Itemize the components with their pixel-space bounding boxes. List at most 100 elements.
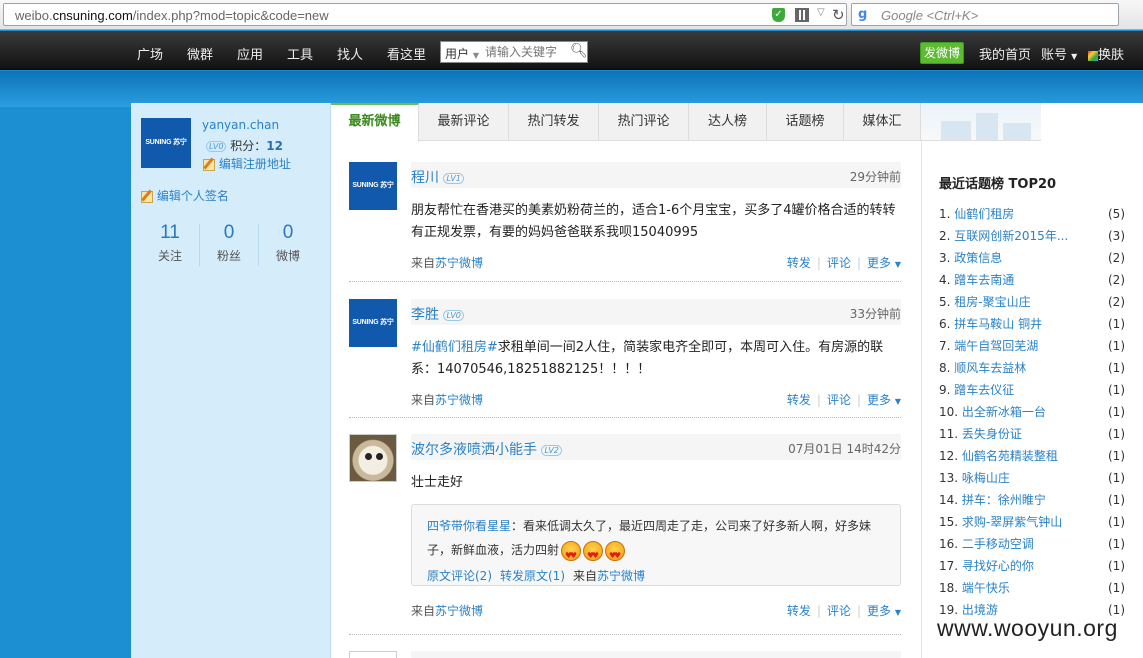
repost-link[interactable]: 转发	[787, 604, 811, 618]
repost-link[interactable]: 转发	[787, 256, 811, 270]
more-menu[interactable]: 更多 ▼	[867, 256, 901, 270]
nav-item-groups[interactable]: 微群	[187, 44, 213, 63]
tab-top-users[interactable]: 达人榜	[689, 103, 767, 141]
tab-latest-weibo[interactable]: 最新微博	[331, 103, 419, 142]
hashtag-link[interactable]: #仙鹤们租房#	[411, 340, 498, 355]
post-time[interactable]: 07月01日 14时42分	[788, 440, 901, 457]
avatar[interactable]	[349, 434, 397, 482]
site-search-input[interactable]	[485, 45, 567, 59]
search-icon[interactable]: 🔍︎	[570, 43, 588, 59]
topic-link[interactable]: 蹭车去南通	[954, 273, 1014, 287]
nav-item-home[interactable]: 我的首页	[979, 44, 1031, 63]
heart-eyes-emoji-icon	[561, 540, 582, 568]
topic-link[interactable]: 互联网创新2015年...	[954, 229, 1068, 243]
post-time[interactable]: 29分钟前	[850, 168, 901, 185]
tab-hot-comments[interactable]: 热门评论	[599, 103, 689, 141]
topic-link[interactable]: 租房-聚宝山庄	[954, 295, 1030, 309]
topic-link[interactable]: 求购-翠屏紫气钟山	[962, 515, 1062, 529]
topic-count: (1)	[1108, 383, 1125, 397]
account-menu[interactable]: 账号 ▼	[1041, 44, 1077, 63]
chevron-down-icon[interactable]: ▽	[817, 7, 825, 18]
feed-post: SUNING 苏宁 李胜 LV0 33分钟前 #仙鹤们租房#求租单间一间2人住，…	[349, 299, 901, 409]
address-url[interactable]: weibo.cnsuning.com/index.php?mod=topic&c…	[15, 8, 329, 23]
comment-link[interactable]: 评论	[827, 256, 851, 270]
quoted-author[interactable]: 四爷带你看星星	[427, 519, 511, 533]
original-comments-link[interactable]: 原文评论(2)	[427, 569, 492, 583]
chevron-down-icon: ▼	[894, 608, 901, 617]
avatar[interactable]: SUNING 苏宁	[141, 118, 191, 168]
topic-link[interactable]: 出全新冰箱一台	[962, 405, 1046, 419]
topic-link[interactable]: 寻找好心的你	[962, 559, 1034, 573]
stat-posts[interactable]: 0 微博	[259, 222, 317, 268]
topic-link[interactable]: 拼车马鞍山 铜井	[954, 317, 1042, 331]
rank-number: 10.	[939, 405, 959, 419]
profile-name[interactable]: yanyan.chan	[202, 118, 279, 132]
topic-link[interactable]: 顺风车去益林	[954, 361, 1026, 375]
nav-item-plaza[interactable]: 广场	[137, 44, 163, 63]
nav-item-find-people[interactable]: 找人	[337, 44, 363, 63]
nav-item-apps[interactable]: 应用	[237, 44, 263, 63]
level-badge: LV1	[443, 172, 464, 184]
nav-item-tools[interactable]: 工具	[287, 44, 313, 63]
tab-latest-comments[interactable]: 最新评论	[419, 103, 509, 141]
tab-media[interactable]: 媒体汇	[844, 103, 921, 141]
topic-link[interactable]: 端午快乐	[962, 581, 1010, 595]
topic-count: (1)	[1108, 317, 1125, 331]
post-author[interactable]: 李胜 LV0	[411, 304, 464, 324]
stat-following[interactable]: 11 关注	[141, 222, 199, 268]
nav-item-look-here[interactable]: 看这里	[387, 44, 426, 63]
browser-search-input[interactable]: g Google <Ctrl+K>	[851, 3, 1119, 26]
avatar[interactable]: SUNING 苏宁	[349, 299, 397, 347]
avatar[interactable]	[349, 651, 397, 658]
post-author[interactable]: 程川 LV1	[411, 167, 464, 187]
source-link[interactable]: 苏宁微博	[435, 393, 483, 407]
reload-icon[interactable]: ↻	[832, 6, 845, 24]
address-bar[interactable]: weibo.cnsuning.com/index.php?mod=topic&c…	[3, 3, 847, 26]
comment-link[interactable]: 评论	[827, 393, 851, 407]
header-decoration	[921, 103, 1041, 141]
shield-icon[interactable]: ✓	[772, 8, 785, 22]
topic-link[interactable]: 二手移动空调	[962, 537, 1034, 551]
header-band	[0, 71, 1143, 107]
edit-address-link[interactable]: 编辑注册地址	[203, 155, 291, 172]
post-author[interactable]: 波尔多液喷洒小能手 LV2	[411, 439, 562, 459]
repost-link[interactable]: 转发	[787, 393, 811, 407]
skin-menu[interactable]: 换肤	[1088, 44, 1124, 63]
topic-count: (2)	[1108, 273, 1125, 287]
topic-link[interactable]: 仙鹤名苑精装整租	[962, 449, 1058, 463]
stat-followers[interactable]: 0 粉丝	[200, 222, 258, 268]
topic-count: (1)	[1108, 427, 1125, 441]
quoted-text: 四爷带你看星星：看来低调太久了，最近四周走了走，公司来了好多新人啊，好多妹子，新…	[427, 514, 892, 568]
feed-post: 波尔多液喷洒小能手 LV2 07月01日 14时42分 壮士走好 四爷带你看星星…	[349, 434, 901, 624]
list-item: 13. 咏梅山庄 (1)	[939, 467, 1125, 489]
post-time[interactable]: 33分钟前	[850, 305, 901, 322]
topic-link[interactable]: 拼车：徐州睢宁	[962, 493, 1046, 507]
comment-link[interactable]: 评论	[827, 604, 851, 618]
source-link[interactable]: 苏宁微博	[435, 256, 483, 270]
topic-count: (1)	[1108, 361, 1125, 375]
topic-link[interactable]: 仙鹤们租房	[954, 207, 1014, 221]
topic-link[interactable]: 咏梅山庄	[962, 471, 1010, 485]
edit-signature-link[interactable]: 编辑个人签名	[141, 187, 229, 204]
tab-topics[interactable]: 话题榜	[767, 103, 844, 141]
source-link[interactable]: 苏宁微博	[435, 604, 483, 618]
qr-code-icon[interactable]	[795, 8, 809, 22]
more-menu[interactable]: 更多 ▼	[867, 393, 901, 407]
list-item: 15. 求购-翠屏紫气钟山 (1)	[939, 511, 1125, 533]
chevron-down-icon: ▼	[894, 397, 901, 406]
topic-link[interactable]: 端午自驾回芜湖	[954, 339, 1038, 353]
topic-link[interactable]: 政策信息	[954, 251, 1002, 265]
topic-link[interactable]: 丢失身份证	[962, 427, 1022, 441]
profile-stats: 11 关注 0 粉丝 0 微博	[141, 222, 317, 268]
search-scope-select[interactable]: 用户 ▼	[445, 45, 479, 62]
tab-hot-reposts[interactable]: 热门转发	[509, 103, 599, 141]
source-link[interactable]: 苏宁微博	[597, 569, 645, 583]
profile-sidebar: SUNING 苏宁 yanyan.chan LV0 积分：12 编辑注册地址 编…	[131, 103, 331, 658]
topic-link[interactable]: 蹭车去仪征	[954, 383, 1014, 397]
topic-ranking-list: 1. 仙鹤们租房 (5) 2. 互联网创新2015年... (3) 3. 政策信息 (2)…	[939, 203, 1125, 621]
rank-number: 9.	[939, 383, 951, 397]
avatar[interactable]: SUNING 苏宁	[349, 162, 397, 210]
post-weibo-button[interactable]: 发微博	[920, 42, 964, 64]
more-menu[interactable]: 更多 ▼	[867, 604, 901, 618]
original-reposts-link[interactable]: 转发原文(1)	[500, 569, 565, 583]
